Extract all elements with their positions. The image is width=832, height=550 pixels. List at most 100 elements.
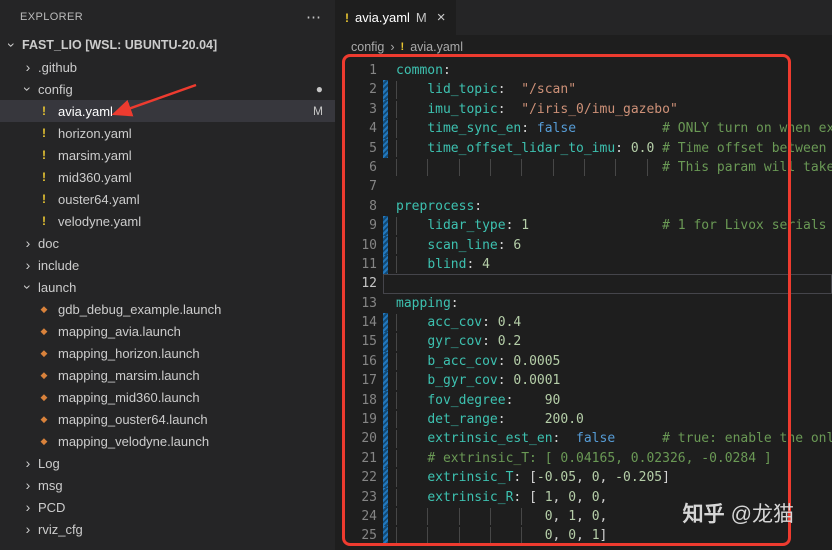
code-line-21[interactable]: 21 # extrinsic_T: [ 0.04165, 0.02326, -0…: [339, 448, 832, 469]
indent-guide: [458, 158, 460, 177]
breadcrumb-item-file[interactable]: avia.yaml: [410, 40, 463, 54]
launch-file-icon: ◆: [40, 413, 48, 424]
code-line-12[interactable]: 12: [339, 274, 832, 294]
code-line-5[interactable]: 5 time_offset_lidar_to_imu: 0.0 # Time o…: [339, 138, 832, 158]
line-number: 13: [361, 295, 377, 311]
code-line-text: lid_topic: "/scan": [396, 80, 832, 99]
indent-guide: [396, 139, 397, 157]
code-line-18[interactable]: 18 fov_degree: 90: [339, 390, 832, 411]
line-number: 9: [369, 218, 377, 234]
tree-item-launch[interactable]: › launch: [0, 276, 335, 298]
watermark-brand: 知乎: [682, 503, 725, 526]
code-line-text: extrinsic_est_en: false # true: enable t…: [396, 429, 832, 448]
chevron-down-icon: ›: [20, 284, 36, 290]
watermark-handle: @龙猫: [730, 503, 794, 526]
line-number: 3: [369, 101, 377, 117]
git-change-bar: [383, 216, 388, 236]
tree-item-gdb-debug-example.launch[interactable]: ◆ gdb_debug_example.launch: [0, 298, 335, 320]
code-line-body: [383, 177, 832, 196]
line-number: 4: [369, 121, 377, 137]
code-line-14[interactable]: 14 acc_cov: 0.4: [339, 313, 832, 333]
gutter-spacer: [383, 294, 388, 313]
tree-item-msg[interactable]: › msg: [0, 474, 335, 496]
tree-item-mapping-marsim.launch[interactable]: ◆ mapping_marsim.launch: [0, 364, 335, 386]
code-line-10[interactable]: 10 scan_line: 6: [339, 235, 832, 255]
tree-item-mapping-horizon.launch[interactable]: ◆ mapping_horizon.launch: [0, 342, 335, 364]
editor-area: ! avia.yaml M × config › ! avia.yaml 1 co…: [335, 0, 832, 550]
tree-item-mapping-mid360.launch[interactable]: ◆ mapping_mid360.launch: [0, 386, 335, 408]
git-change-bar: [383, 448, 388, 469]
tree-item-pcd[interactable]: › PCD: [0, 496, 335, 518]
code-line-3[interactable]: 3 imu_topic: "/iris_0/imu_gazebo": [339, 99, 832, 120]
code-line-8[interactable]: 8 preprocess:: [339, 197, 832, 216]
more-actions-icon[interactable]: ⋯: [306, 10, 321, 25]
code-line-11[interactable]: 11 blind: 4: [339, 254, 832, 275]
tree-item-mapping-avia.launch[interactable]: ◆ mapping_avia.launch: [0, 320, 335, 342]
tree-item-mapping-ouster64.launch[interactable]: ◆ mapping_ouster64.launch: [0, 408, 335, 430]
close-icon[interactable]: ×: [437, 9, 446, 26]
code-line-body: preprocess:: [383, 197, 832, 216]
code-line-15[interactable]: 15 gyr_cov: 0.2: [339, 332, 832, 352]
tree-item-include[interactable]: › include: [0, 254, 335, 276]
tree-item-fast-lio-wsl-ubuntu-20.04-[interactable]: › FAST_LIO [WSL: UBUNTU-20.04]: [0, 34, 335, 56]
tree-item-avia.yaml[interactable]: ! avia.yaml M: [0, 100, 335, 122]
code-line-16[interactable]: 16 b_acc_cov: 0.0005: [339, 351, 832, 372]
vscode-window: EXPLORER ⋯ › FAST_LIO [WSL: UBUNTU-20.04]…: [0, 0, 832, 550]
explorer-title: EXPLORER: [20, 11, 84, 23]
tree-item-marsim.yaml[interactable]: ! marsim.yaml: [0, 144, 335, 166]
code-line-text: preprocess:: [396, 198, 483, 214]
code-line-20[interactable]: 20 extrinsic_est_en: false # true: enabl…: [339, 429, 832, 449]
line-number: 22: [361, 470, 377, 486]
tree-item-mid360.yaml[interactable]: ! mid360.yaml: [0, 166, 335, 188]
indent-guide: [552, 158, 554, 177]
code-line-body: imu_topic: "/iris_0/imu_gazebo": [383, 99, 832, 120]
code-line-1[interactable]: 1 common:: [339, 61, 832, 80]
yaml-file-icon: !: [42, 104, 46, 118]
tree-item-label: avia.yaml: [58, 103, 113, 119]
tree-item-label: mapping_ouster64.launch: [58, 411, 208, 427]
tree-item-doc[interactable]: › doc: [0, 232, 335, 254]
indent-guide: [615, 158, 617, 177]
code-line-4[interactable]: 4 time_sync_en: false # ONLY turn on whe…: [339, 119, 832, 139]
indent-guide: [396, 236, 397, 254]
code-line-13[interactable]: 13 mapping:: [339, 294, 832, 313]
indent-guide: [521, 158, 523, 177]
code-line-19[interactable]: 19 det_range: 200.0: [339, 410, 832, 430]
code-editor[interactable]: 1 common: 2 lid_topic: "/scan" 3 imu_topic:…: [335, 59, 832, 550]
indent-guide: [396, 81, 397, 99]
tree-item-config[interactable]: › config ●: [0, 78, 335, 100]
code-line-22[interactable]: 22 extrinsic_T: [-0.05, 0, -0.205]: [339, 468, 832, 488]
line-number: 2: [369, 82, 377, 98]
git-change-bar: [383, 254, 388, 275]
code-line-body: # This param will take: [383, 158, 832, 177]
tab-avia-yaml[interactable]: ! avia.yaml M ×: [335, 0, 456, 35]
line-number: 1: [369, 63, 377, 78]
tree-item-log[interactable]: › Log: [0, 452, 335, 474]
code-line-25[interactable]: 25 0, 0, 1]: [339, 526, 832, 546]
line-number: 14: [361, 315, 377, 331]
indent-guide: [396, 352, 397, 371]
code-line-6[interactable]: 6 # This param will take: [339, 158, 832, 177]
indent-guide: [427, 158, 429, 177]
tree-item-horizon.yaml[interactable]: ! horizon.yaml: [0, 122, 335, 144]
indent-guide: [396, 158, 397, 177]
tree-item-velodyne.yaml[interactable]: ! velodyne.yaml: [0, 210, 335, 232]
code-line-body: extrinsic_est_en: false # true: enable t…: [383, 429, 832, 449]
code-line-text: extrinsic_T: [-0.05, 0, -0.205]: [396, 468, 832, 487]
code-line-text: blind: 4: [396, 255, 832, 274]
code-line-9[interactable]: 9 lidar_type: 1 # 1 for Livox serials L: [339, 216, 832, 236]
tree-item-ouster64.yaml[interactable]: ! ouster64.yaml: [0, 188, 335, 210]
yaml-file-icon: !: [42, 148, 46, 162]
tree-item-mapping-velodyne.launch[interactable]: ◆ mapping_velodyne.launch: [0, 430, 335, 452]
line-number: 19: [361, 412, 377, 428]
code-line-17[interactable]: 17 b_gyr_cov: 0.0001: [339, 371, 832, 391]
tree-item-.github[interactable]: › .github: [0, 56, 335, 78]
breadcrumb-item-config[interactable]: config: [351, 40, 384, 54]
watermark: 知乎 @龙猫: [683, 498, 794, 528]
code-line-2[interactable]: 2 lid_topic: "/scan": [339, 80, 832, 100]
line-number: 16: [361, 353, 377, 369]
indent-guide: [396, 391, 397, 410]
code-line-7[interactable]: 7: [339, 177, 832, 196]
indent-guide: [396, 255, 397, 274]
tree-item-rviz-cfg[interactable]: › rviz_cfg: [0, 518, 335, 540]
